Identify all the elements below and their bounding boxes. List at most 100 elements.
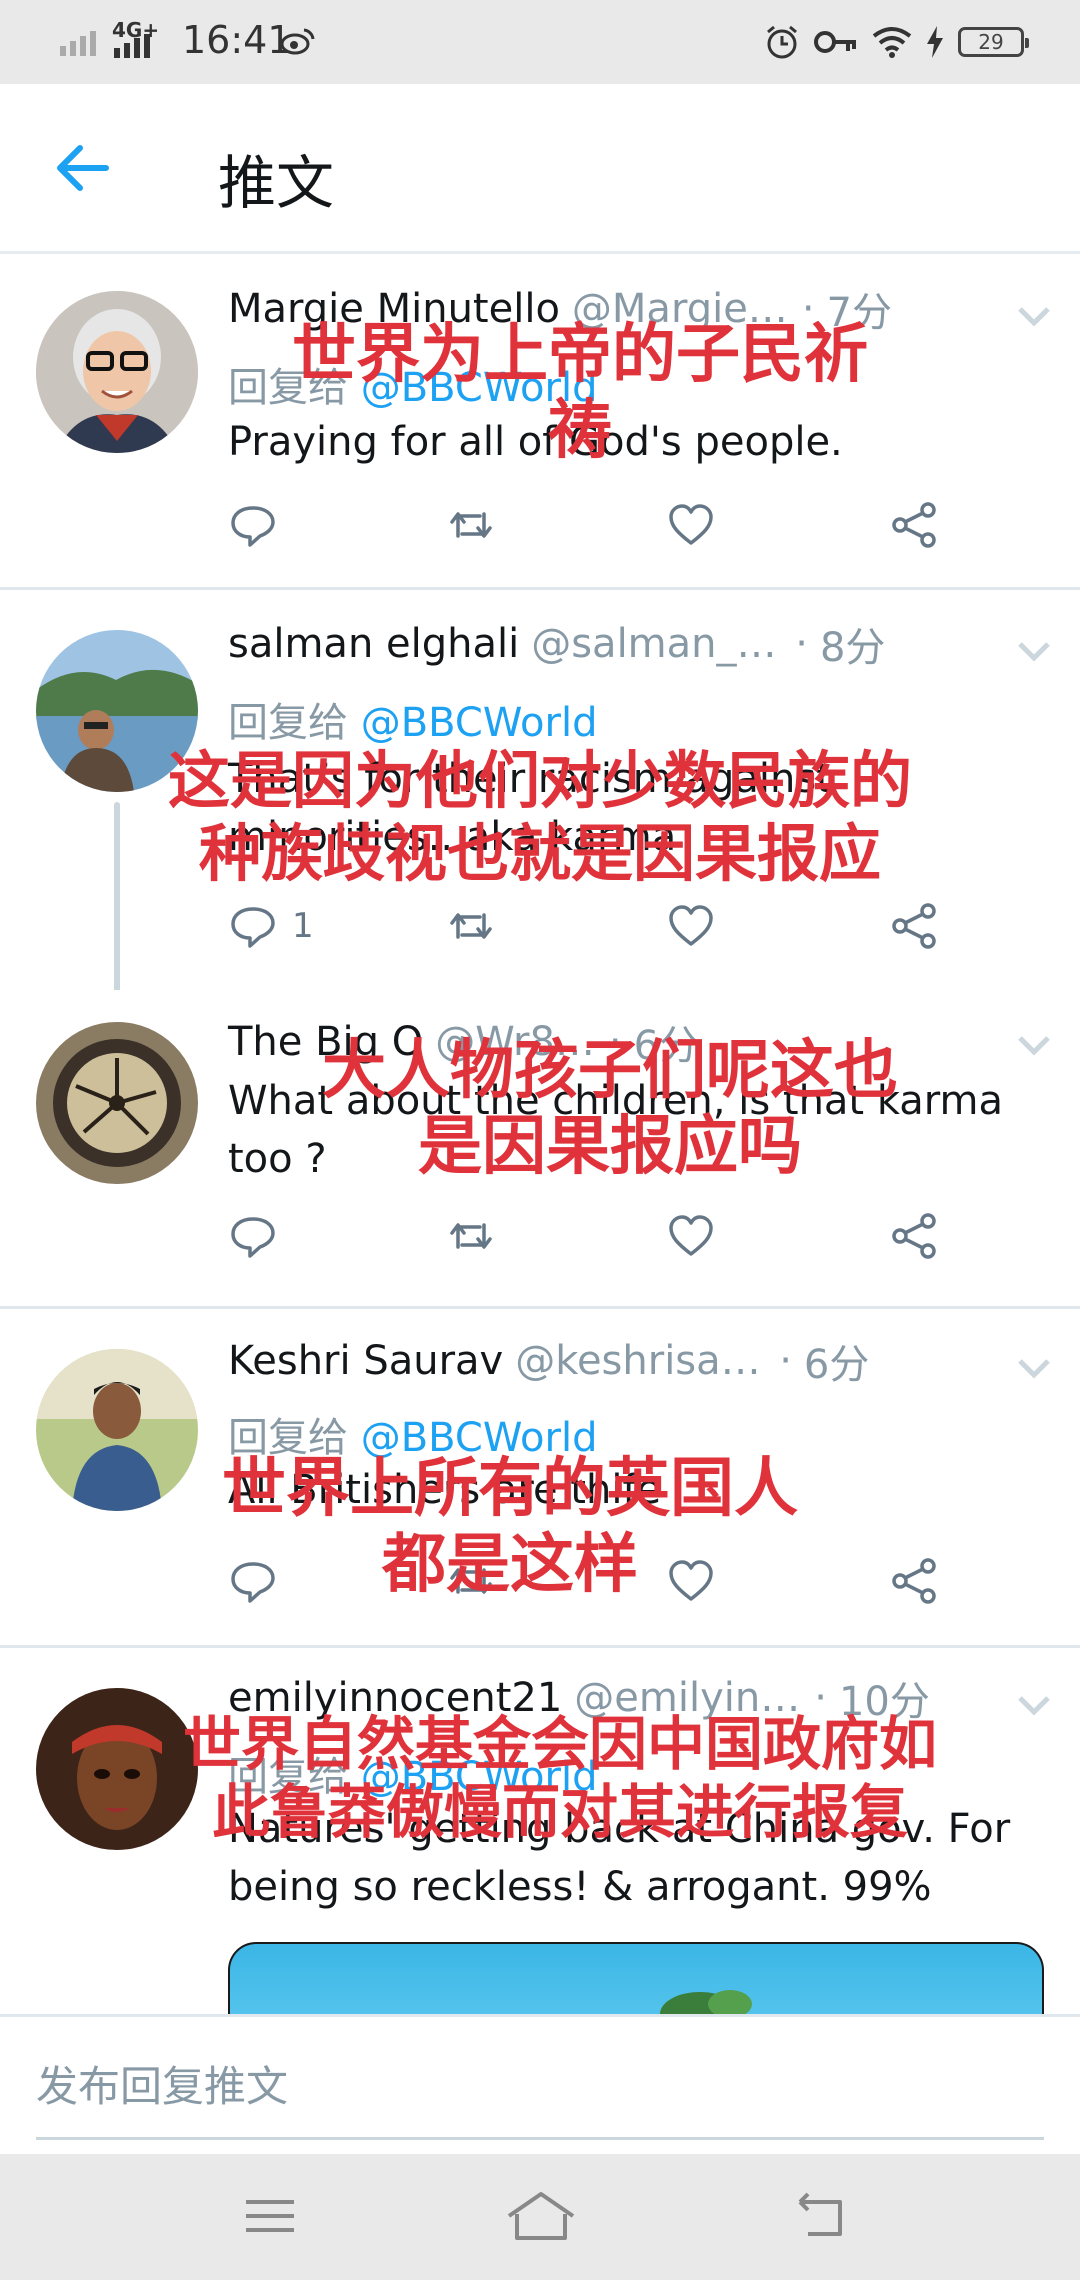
heart-icon	[669, 504, 713, 545]
retweet-button[interactable]	[446, 1208, 496, 1264]
tweet-actions	[228, 1553, 948, 1609]
chevron-down-icon[interactable]	[1014, 636, 1054, 666]
reply-to-line: 回复给 @BBCWorld	[228, 1744, 597, 1802]
thread-line	[114, 802, 120, 1002]
chevron-down-icon[interactable]	[1014, 1353, 1054, 1383]
avatar[interactable]	[36, 291, 198, 453]
retweet-button[interactable]	[446, 1553, 496, 1609]
reply-prefix: 回复给	[228, 365, 348, 411]
author-name[interactable]: Margie Minutello	[228, 286, 560, 332]
author-name[interactable]: emilyinnocent21	[228, 1675, 562, 1721]
share-button[interactable]	[890, 497, 940, 553]
chevron-down-icon[interactable]	[1014, 301, 1054, 331]
alarm-icon	[767, 25, 797, 59]
reply-icon	[231, 907, 275, 948]
tweet-time: 8分	[819, 625, 886, 671]
author-name[interactable]: salman elghali	[228, 621, 519, 667]
reply-mention-link[interactable]: @BBCWorld	[361, 365, 598, 411]
reply-button[interactable]	[228, 1208, 278, 1264]
tweet-time: 10分	[838, 1679, 930, 1725]
back-icon[interactable]	[790, 2188, 850, 2244]
tweet-time: 6分	[633, 1023, 700, 1069]
retweet-button[interactable]	[446, 898, 496, 954]
home-icon[interactable]	[505, 2188, 577, 2244]
chevron-down-icon[interactable]	[1014, 1690, 1054, 1720]
reply-to-line: 回复给 @BBCWorld	[228, 355, 597, 413]
reply-button[interactable]: 1	[228, 898, 314, 954]
system-nav-bar	[0, 2154, 1080, 2280]
author-handle[interactable]: @keshrisaur…	[515, 1338, 765, 1384]
reply-icon	[231, 1217, 275, 1258]
key-icon	[814, 31, 856, 53]
reply-mention-link[interactable]: @BBCWorld	[361, 1754, 598, 1800]
tweet-card[interactable]: Keshri Saurav @keshrisaur… · 6分 回复给 @BBC…	[0, 1309, 1080, 1645]
reply-icon	[231, 506, 275, 547]
reply-mention-link[interactable]: @BBCWorld	[361, 700, 598, 746]
tweet-text: What about the children, is that karma t…	[228, 1078, 1004, 1182]
tweet-card[interactable]: The Big O @Wr8… · 6分 What about the chil…	[0, 990, 1080, 1306]
author-handle[interactable]: @emilyin…	[574, 1675, 800, 1721]
battery-icon: 29	[958, 27, 1029, 57]
tweet-actions: 1	[228, 898, 948, 954]
author-handle[interactable]: @Wr8…	[435, 1019, 595, 1065]
reply-to-line: 回复给 @BBCWorld	[228, 1405, 597, 1463]
author-name[interactable]: Keshri Saurav	[228, 1338, 503, 1384]
tweet-media-image[interactable]	[228, 1942, 1044, 2014]
retweet-icon	[450, 913, 492, 939]
separator-dot: ·	[779, 1338, 792, 1384]
tweet-actions	[228, 497, 948, 553]
reply-button[interactable]	[228, 1553, 278, 1609]
avatar[interactable]	[36, 630, 198, 792]
tweet-text: Natures' getting back at China gov. For …	[228, 1806, 1011, 1910]
heart-icon	[669, 1560, 713, 1601]
status-time: 16:41	[182, 18, 292, 62]
reply-icon	[231, 1562, 275, 1603]
page-title: 推文	[218, 149, 335, 217]
chevron-down-icon[interactable]	[1014, 1030, 1054, 1060]
author-handle[interactable]: @Margie…	[572, 286, 788, 332]
author-name[interactable]: The Big O	[228, 1019, 423, 1065]
like-button[interactable]	[666, 497, 716, 553]
reply-prefix: 回复给	[228, 1754, 348, 1800]
tweet-text: All Britishers are thife	[228, 1467, 662, 1513]
share-button[interactable]	[890, 1208, 940, 1264]
charging-icon	[927, 26, 943, 58]
avatar[interactable]	[36, 1688, 198, 1850]
share-icon	[892, 903, 936, 949]
tweet-card[interactable]: Margie Minutello @Margie… · 7分 回复给 @BBCW…	[0, 257, 1080, 587]
share-icon	[892, 1558, 936, 1604]
wifi-icon	[872, 27, 912, 58]
reply-mention-link[interactable]: @BBCWorld	[361, 1415, 598, 1461]
reply-prefix: 回复给	[228, 1415, 348, 1461]
share-button[interactable]	[890, 898, 940, 954]
tweet-text: That’s for their racism against minoriti…	[228, 756, 832, 860]
tweet-card[interactable]: salman elghali @salman_el… · 8分 回复给 @BBC…	[0, 590, 1080, 1002]
reply-to-line: 回复给 @BBCWorld	[228, 690, 597, 748]
reply-compose-bar: 发布回复推文	[0, 2014, 1080, 2154]
battery-level: 29	[978, 30, 1004, 54]
weibo-icon	[280, 28, 315, 55]
reply-input[interactable]: 发布回复推文	[36, 2053, 288, 2114]
retweet-button[interactable]	[446, 497, 496, 553]
avatar[interactable]	[36, 1349, 198, 1511]
signal-icon	[60, 31, 96, 56]
separator-dot: ·	[795, 621, 808, 667]
avatar[interactable]	[36, 1022, 198, 1184]
retweet-icon	[450, 1223, 492, 1249]
like-button[interactable]	[666, 898, 716, 954]
menu-icon[interactable]	[240, 2188, 300, 2244]
like-button[interactable]	[666, 1553, 716, 1609]
reply-prefix: 回复给	[228, 700, 348, 746]
like-button[interactable]	[666, 1208, 716, 1264]
tweet-text: Praying for all of God's people.	[228, 419, 843, 465]
share-icon	[892, 502, 936, 548]
retweet-icon	[450, 1568, 492, 1594]
tweet-card[interactable]: emilyinnocent21 @emilyin… · 10分 回复给 @BBC…	[0, 1648, 1080, 2014]
author-handle[interactable]: @salman_el…	[531, 621, 781, 667]
back-arrow-icon[interactable]	[52, 138, 112, 198]
reply-button[interactable]	[228, 497, 278, 553]
share-button[interactable]	[890, 1553, 940, 1609]
share-icon	[892, 1213, 936, 1259]
reply-count: 1	[292, 906, 314, 946]
input-underline	[36, 2137, 1044, 2140]
